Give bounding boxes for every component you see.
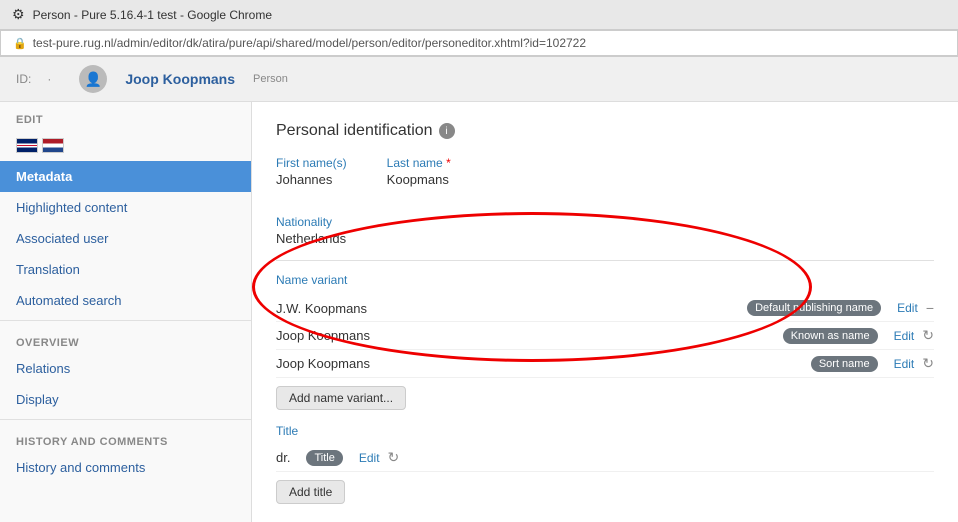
sidebar-item-highlighted-content[interactable]: Highlighted content [0, 192, 251, 223]
add-name-variant-button[interactable]: Add name variant... [276, 386, 406, 410]
sidebar-item-translation[interactable]: Translation [0, 254, 251, 285]
title-section: Title dr. Title Edit ↻ Add title [276, 424, 934, 504]
name-variant-name-2: Joop Koopmans [276, 328, 775, 343]
nationality-label: Nationality [276, 215, 934, 229]
title-row: dr. Title Edit ↻ [276, 444, 934, 472]
name-variant-name-3: Joop Koopmans [276, 356, 803, 371]
sidebar-item-history[interactable]: History and comments [0, 452, 251, 483]
browser-address-bar: 🔒 test-pure.rug.nl/admin/editor/dk/atira… [0, 30, 958, 57]
main-content: Personal identification i First name(s) … [252, 102, 958, 522]
browser-url: test-pure.rug.nl/admin/editor/dk/atira/p… [33, 36, 586, 50]
flag-nl[interactable] [42, 138, 64, 153]
sidebar-divider-1 [0, 320, 251, 321]
first-name-group: First name(s) Johannes [276, 156, 347, 187]
title-row-inner: dr. Title [276, 450, 343, 466]
sidebar-item-metadata[interactable]: Metadata [0, 161, 251, 192]
badge-known: Known as name [783, 328, 878, 344]
badge-sort: Sort name [811, 356, 878, 372]
main-layout: EDIT Metadata Highlighted content Associ… [0, 102, 958, 522]
nationality-value: Netherlands [276, 231, 934, 246]
sidebar-item-relations[interactable]: Relations [0, 353, 251, 384]
flag-uk[interactable] [16, 138, 38, 153]
name-variant-actions-1: Edit − [897, 300, 934, 316]
browser-title-bar: ⚙ Person - Pure 5.16.4-1 test - Google C… [0, 0, 958, 30]
name-variant-name-1: J.W. Koopmans [276, 301, 739, 316]
refresh-icon-3[interactable]: ↻ [922, 355, 934, 372]
name-variant-label: Name variant [276, 273, 934, 287]
edit-link-3[interactable]: Edit [894, 357, 915, 371]
name-fields-row: First name(s) Johannes Last name * Koopm… [276, 156, 934, 201]
badge-default: Default publishing name [747, 300, 881, 316]
edit-title-link[interactable]: Edit [359, 451, 380, 465]
id-value: · [47, 72, 51, 86]
first-name-label: First name(s) [276, 156, 347, 170]
name-variant-actions-3: Edit ↻ [894, 355, 934, 372]
sidebar-divider-2 [0, 419, 251, 420]
name-variant-row-1: J.W. Koopmans Default publishing name Ed… [276, 295, 934, 322]
lang-flags [0, 130, 251, 161]
browser-icon: ⚙ [12, 6, 25, 23]
title-actions: Edit ↻ [359, 449, 399, 466]
name-variant-row-2: Joop Koopmans Known as name Edit ↻ [276, 322, 934, 350]
section-title: Personal identification i [276, 122, 934, 140]
name-variant-section: Name variant J.W. Koopmans Default publi… [276, 273, 934, 410]
info-icon[interactable]: i [439, 123, 455, 139]
sidebar-item-display[interactable]: Display [0, 384, 251, 415]
title-label: Title [276, 424, 934, 438]
refresh-title-icon[interactable]: ↻ [388, 449, 400, 466]
person-type: Person [253, 73, 288, 85]
title-value: dr. [276, 450, 290, 465]
last-name-label: Last name * [387, 156, 451, 170]
browser-title: Person - Pure 5.16.4-1 test - Google Chr… [33, 8, 272, 22]
name-variant-row-3: Joop Koopmans Sort name Edit ↻ [276, 350, 934, 378]
first-name-value: Johannes [276, 172, 347, 187]
refresh-icon-2[interactable]: ↻ [922, 327, 934, 344]
minus-icon-1[interactable]: − [926, 300, 934, 316]
sidebar: EDIT Metadata Highlighted content Associ… [0, 102, 252, 522]
nationality-group: Nationality Netherlands [276, 215, 934, 246]
sidebar-edit-label: EDIT [0, 102, 251, 130]
edit-link-2[interactable]: Edit [894, 329, 915, 343]
name-variant-actions-2: Edit ↻ [894, 327, 934, 344]
person-name: Joop Koopmans [125, 71, 235, 87]
person-avatar: 👤 [79, 65, 107, 93]
lock-icon: 🔒 [13, 37, 27, 50]
last-name-value: Koopmans [387, 172, 451, 187]
sidebar-overview-label: OVERVIEW [0, 325, 251, 353]
divider-1 [276, 260, 934, 261]
app-header: ID: · 👤 Joop Koopmans Person [0, 57, 958, 102]
badge-title: Title [306, 450, 342, 466]
sidebar-item-automated-search[interactable]: Automated search [0, 285, 251, 316]
person-icon-glyph: 👤 [85, 71, 102, 88]
sidebar-history-label: HISTORY AND COMMENTS [0, 428, 251, 452]
required-asterisk: * [446, 156, 451, 170]
sidebar-item-associated-user[interactable]: Associated user [0, 223, 251, 254]
edit-link-1[interactable]: Edit [897, 301, 918, 315]
add-title-button[interactable]: Add title [276, 480, 345, 504]
last-name-group: Last name * Koopmans [387, 156, 451, 187]
id-label: ID: [16, 72, 31, 86]
